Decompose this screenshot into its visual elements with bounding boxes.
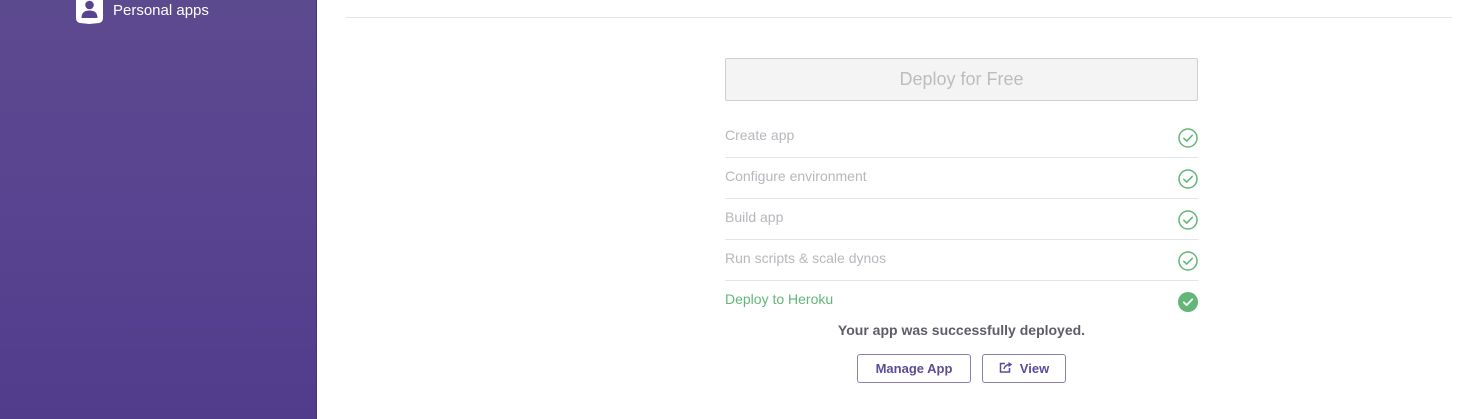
manage-app-label: Manage App — [875, 361, 953, 376]
deploy-panel: Deploy for Free Create app Configure env… — [725, 58, 1198, 321]
step-run-scripts: Run scripts & scale dynos — [725, 240, 1198, 281]
view-button[interactable]: View — [982, 354, 1066, 383]
check-circle-icon — [1178, 249, 1198, 271]
user-icon — [76, 0, 103, 24]
step-create-app: Create app — [725, 117, 1198, 158]
external-link-icon — [999, 361, 1014, 376]
sidebar: Personal apps — [0, 0, 317, 419]
step-build-app: Build app — [725, 199, 1198, 240]
sidebar-item-personal-apps[interactable]: Personal apps — [76, 0, 209, 24]
check-circle-icon — [1178, 208, 1198, 230]
deploy-steps: Create app Configure environment Build a… — [725, 117, 1198, 321]
view-label: View — [1019, 361, 1050, 376]
success-message: Your app was successfully deployed. — [837, 322, 1086, 338]
manage-app-button[interactable]: Manage App — [857, 354, 971, 383]
deploy-actions: Manage App View — [857, 354, 1066, 383]
header-divider — [346, 17, 1452, 18]
step-label: Run scripts & scale dynos — [725, 250, 887, 266]
check-circle-icon — [1178, 167, 1198, 189]
step-label: Configure environment — [725, 168, 867, 184]
step-label: Deploy to Heroku — [725, 291, 834, 307]
step-label: Build app — [725, 209, 784, 225]
check-circle-icon — [1178, 126, 1198, 148]
sidebar-item-label: Personal apps — [113, 1, 209, 19]
step-deploy-to-heroku: Deploy to Heroku — [725, 281, 1198, 321]
check-circle-filled-icon — [1178, 290, 1198, 312]
deploy-for-free-button[interactable]: Deploy for Free — [725, 58, 1198, 101]
step-label: Create app — [725, 127, 795, 143]
step-configure-environment: Configure environment — [725, 158, 1198, 199]
